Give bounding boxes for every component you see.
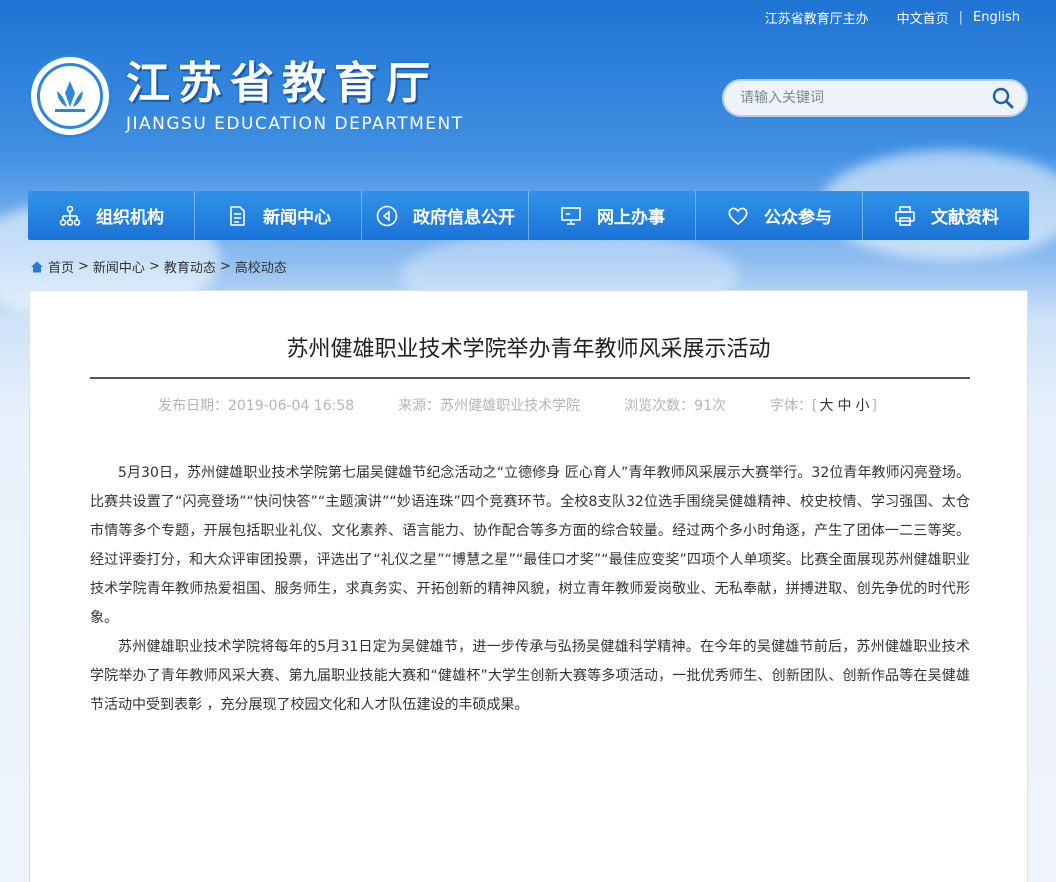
nav-label: 组织机构 xyxy=(96,208,164,228)
play-circle-icon xyxy=(376,205,398,226)
nav-label: 网上办事 xyxy=(597,208,665,228)
article-title: 苏州健雄职业技术学院举办青年教师风采展示活动 xyxy=(286,337,771,362)
site-logo[interactable]: 江苏省教育厅 JIANGSU EDUCATION DEPARTMENT xyxy=(28,54,464,138)
top-links: 江苏省教育厅主办 中文首页 | English xyxy=(765,8,1020,27)
printer-icon xyxy=(895,205,915,226)
article-panel: 苏州健雄职业技术学院举办青年教师风采展示活动 发布日期：2019-06-04 1… xyxy=(29,290,1028,882)
breadcrumb-separator: > xyxy=(219,259,231,274)
nav-label: 文献资料 xyxy=(931,208,999,228)
article-paragraph: 5月30日，苏州健雄职业技术学院第七届吴健雄节纪念活动之“立德修身 匠心育人”青… xyxy=(90,465,970,626)
nav-item-online-services[interactable]: 网上办事 xyxy=(529,191,696,240)
breadcrumb: 首页 > 新闻中心 > 教育动态 > 高校动态 xyxy=(30,257,287,276)
publish-date: 发布日期：2019-06-04 16:58 xyxy=(158,398,355,414)
chinese-home-link[interactable]: 中文首页 xyxy=(897,8,949,27)
font-size-medium[interactable]: 中 xyxy=(837,398,851,414)
main-nav: 组织机构 新闻中心 政府信息公开 网上办事 公众参与 文献资料 xyxy=(28,191,1029,240)
nav-item-documents[interactable]: 文献资料 xyxy=(863,191,1029,240)
nav-item-organization[interactable]: 组织机构 xyxy=(28,191,195,240)
search-icon xyxy=(992,87,1014,109)
font-size-small[interactable]: 小 xyxy=(855,398,869,414)
article-body: 5月30日，苏州健雄职业技术学院第七届吴健雄节纪念活动之“立德修身 匠心育人”青… xyxy=(90,459,970,720)
document-icon xyxy=(230,205,245,226)
logo-chinese-name: 江苏省教育厅 xyxy=(126,58,438,109)
nav-item-news[interactable]: 新闻中心 xyxy=(195,191,362,240)
home-icon xyxy=(31,261,43,272)
article-source: 来源：苏州健雄职业技术学院 xyxy=(398,398,581,414)
breadcrumb-home[interactable]: 首页 xyxy=(48,257,74,276)
separator: | xyxy=(958,10,964,25)
nav-label: 公众参与 xyxy=(764,208,832,228)
view-count: 浏览次数：91次 xyxy=(624,398,726,414)
font-size-label: 字体： xyxy=(770,398,812,414)
logo-english-name: JIANGSU EDUCATION DEPARTMENT xyxy=(126,114,464,134)
emblem-icon xyxy=(28,54,112,138)
breadcrumb-separator: > xyxy=(148,259,160,274)
nav-item-public-participation[interactable]: 公众参与 xyxy=(696,191,863,240)
breadcrumb-news[interactable]: 新闻中心 xyxy=(93,257,145,276)
breadcrumb-university-news[interactable]: 高校动态 xyxy=(235,257,287,276)
search-button[interactable] xyxy=(988,83,1018,113)
article-paragraph: 苏州健雄职业技术学院将每年的5月31日定为吴健雄节，进一步传承与弘扬吴健雄科学精… xyxy=(90,639,970,713)
search-input[interactable] xyxy=(740,90,988,106)
font-size-large[interactable]: 大 xyxy=(819,398,833,414)
nav-label: 新闻中心 xyxy=(263,208,331,228)
monitor-icon xyxy=(561,206,581,225)
nav-item-gov-info[interactable]: 政府信息公开 xyxy=(362,191,529,240)
font-size-switcher: 字体：[大中小] xyxy=(770,398,877,414)
org-chart-icon xyxy=(59,205,81,226)
breadcrumb-separator: > xyxy=(78,259,89,274)
nav-label: 政府信息公开 xyxy=(413,208,515,228)
search-box xyxy=(722,79,1028,117)
title-divider xyxy=(90,377,970,379)
breadcrumb-edu-news[interactable]: 教育动态 xyxy=(164,257,216,276)
english-link[interactable]: English xyxy=(973,10,1020,25)
heart-icon xyxy=(728,207,748,225)
article-meta: 发布日期：2019-06-04 16:58 来源：苏州健雄职业技术学院 浏览次数… xyxy=(158,395,877,415)
host-link[interactable]: 江苏省教育厅主办 xyxy=(765,8,869,27)
